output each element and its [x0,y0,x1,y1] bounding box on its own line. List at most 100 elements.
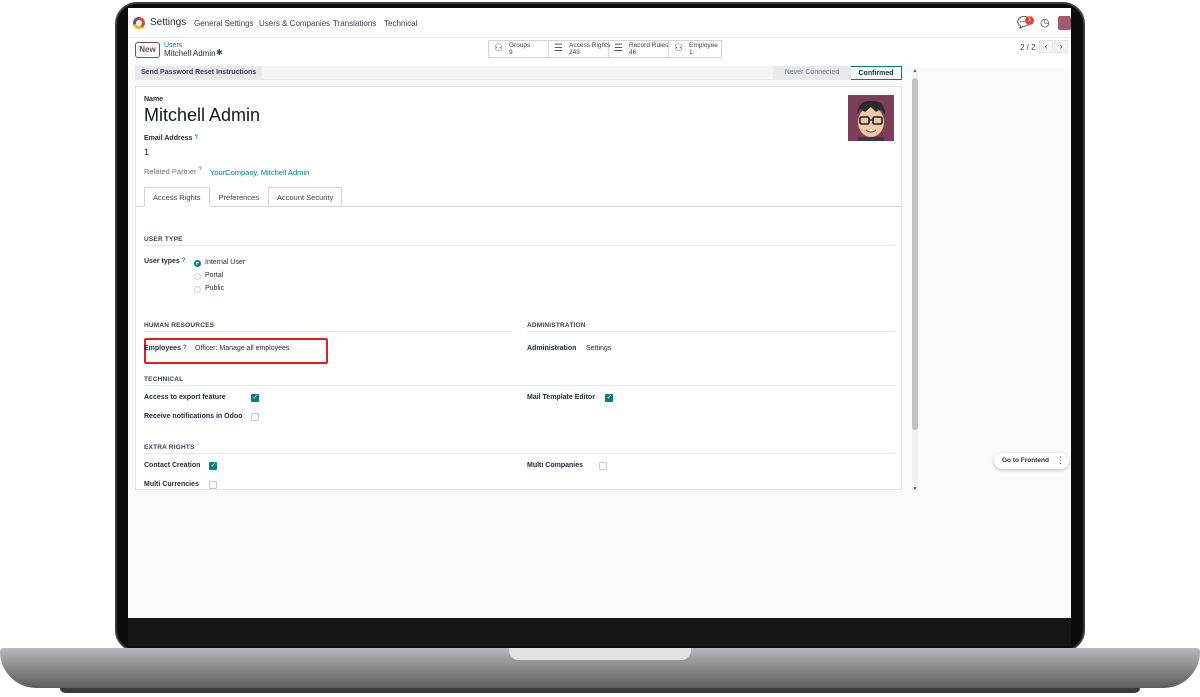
user-photo-avatar[interactable] [848,95,894,141]
help-icon[interactable]: ? [183,345,187,351]
section-divider [144,331,512,332]
email-field[interactable]: 1 [144,147,149,157]
export-feature-label: Access to export feature [144,394,226,401]
smart-button-value: 1 [689,49,693,56]
menu-technical[interactable]: Technical [384,19,417,28]
multi-companies-checkbox[interactable] [599,462,607,470]
smart-button-label: Record Rules [629,42,669,49]
radio-internal-user-label[interactable]: Internal User [205,259,245,266]
radio-public-label[interactable]: Public [205,285,224,292]
name-label: Name [144,96,164,103]
help-icon[interactable]: ? [182,258,186,264]
employee-smart-button[interactable]: ⚇ Employee 1 [669,41,721,57]
access-rights-smart-button[interactable]: ☰ Access Rights 243 [549,41,611,57]
mail-template-label: Mail Template Editor [527,394,595,401]
radio-public[interactable] [194,286,201,293]
tab-preferences[interactable]: Preferences [209,187,268,207]
section-divider [527,331,895,332]
smart-buttons: ⚇ Groups 9 ☰ Access Rights 243 ☰ Record … [488,40,722,58]
partner-label: Related Partner? [144,167,202,176]
smart-button-value: 9 [509,49,513,56]
pager-prev-button[interactable]: ‹ [1039,40,1053,53]
scroll-up-icon[interactable]: ▲ [912,68,918,74]
users-icon: ⚇ [494,43,503,54]
form-tabs: Access Rights Preferences Account Securi… [144,187,343,207]
tab-account-security[interactable]: Account Security [267,187,343,207]
export-feature-checkbox[interactable] [251,393,259,402]
scroll-down-icon[interactable]: ▼ [912,486,918,492]
tab-access-rights[interactable]: Access Rights [144,187,210,207]
scroll-thumb[interactable] [912,78,918,430]
section-divider [144,453,895,454]
app-name[interactable]: Settings [150,17,186,28]
contact-creation-label: Contact Creation [144,462,201,469]
radio-internal-user[interactable] [194,260,201,267]
menu-general-settings[interactable]: General Settings [194,19,254,28]
contact-creation-checkbox[interactable] [209,461,217,470]
form-sheet: Name Mitchell Admin Email Address? 1 Rel… [135,86,903,490]
app-screen: Settings General Settings Users & Compan… [128,8,1071,618]
stage-confirmed[interactable]: Confirmed [851,66,902,80]
section-technical: TECHNICAL [144,376,184,383]
laptop-foot [60,688,1140,693]
section-user-type: USER TYPE [144,236,183,243]
section-extra-rights: EXTRA RIGHTS [144,444,195,451]
user-avatar[interactable] [1058,16,1071,30]
radio-portal[interactable] [194,273,201,280]
email-label: Email Address? [144,135,199,142]
section-administration: ADMINISTRATION [527,322,586,329]
list-icon: ☰ [554,43,563,54]
record-rules-smart-button[interactable]: ☰ Record Rules 46 [609,41,669,57]
stage-never-connected[interactable]: Never Connected [773,66,851,80]
gear-icon[interactable]: ✱ [216,48,223,57]
administration-select[interactable]: Settings [586,345,611,352]
menu-users-companies[interactable]: Users & Companies [259,19,330,28]
clock-icon[interactable]: ◷ [1040,16,1050,29]
section-divider [144,385,895,386]
more-vertical-icon[interactable]: ⋮ [1056,455,1065,466]
smart-button-label: Access Rights [569,42,611,49]
go-to-frontend-button[interactable]: Go to Frontend ⋮ [994,453,1069,469]
multi-currencies-label: Multi Currencies [144,481,199,488]
breadcrumb-users[interactable]: Users [164,42,182,49]
smart-button-label: Employee [689,42,718,49]
control-panel: New Users Mitchell Admin ✱ ⚇ Groups 9 ☰ … [128,38,1071,68]
app-logo-icon[interactable] [133,17,145,29]
top-navbar: Settings General Settings Users & Compan… [128,8,1071,38]
new-button[interactable]: New [135,42,160,58]
pager-value[interactable]: 2 / 2 [1020,43,1036,52]
help-icon[interactable]: ? [194,135,198,141]
users-icon: ⚇ [674,43,683,54]
notifications-checkbox[interactable] [251,413,259,421]
breadcrumb-current: Mitchell Admin [164,49,216,58]
laptop-notch [509,648,691,660]
smart-button-label: Groups [509,42,531,49]
radio-portal-label[interactable]: Portal [205,272,223,279]
notification-badge: 1 [1025,16,1034,25]
groups-smart-button[interactable]: ⚇ Groups 9 [489,41,549,57]
send-reset-button[interactable]: Send Password Reset Instructions [135,66,263,80]
mail-template-checkbox[interactable] [605,393,613,402]
go-to-frontend-label: Go to Frontend [1002,457,1049,464]
notifications-label: Receive notifications in Odoo [144,413,243,420]
multi-currencies-checkbox[interactable] [209,481,217,489]
user-types-label: User types? [144,258,186,265]
menu-translations[interactable]: Translations [333,19,376,28]
pager-next-button[interactable]: › [1054,40,1068,53]
list-icon: ☰ [614,43,623,54]
section-divider [144,245,895,246]
status-bar: Send Password Reset Instructions Never C… [135,66,902,80]
smart-button-value: 46 [629,49,637,56]
employees-select[interactable]: Officer: Manage all employees [195,345,289,352]
section-human-resources: HUMAN RESOURCES [144,322,215,329]
multi-companies-label: Multi Companies [527,462,584,469]
smart-button-value: 243 [569,49,580,56]
laptop-bezel [128,618,1071,646]
help-icon[interactable]: ? [199,167,202,173]
user-name-field[interactable]: Mitchell Admin [144,105,260,126]
avatar-illustration [848,95,894,141]
administration-label: Administration [527,345,577,352]
form-scrollbar[interactable]: ▲ ▼ [912,68,918,492]
related-partner-link[interactable]: YourCompany, Mitchell Admin [210,168,309,177]
employees-label: Employees? [144,345,187,352]
